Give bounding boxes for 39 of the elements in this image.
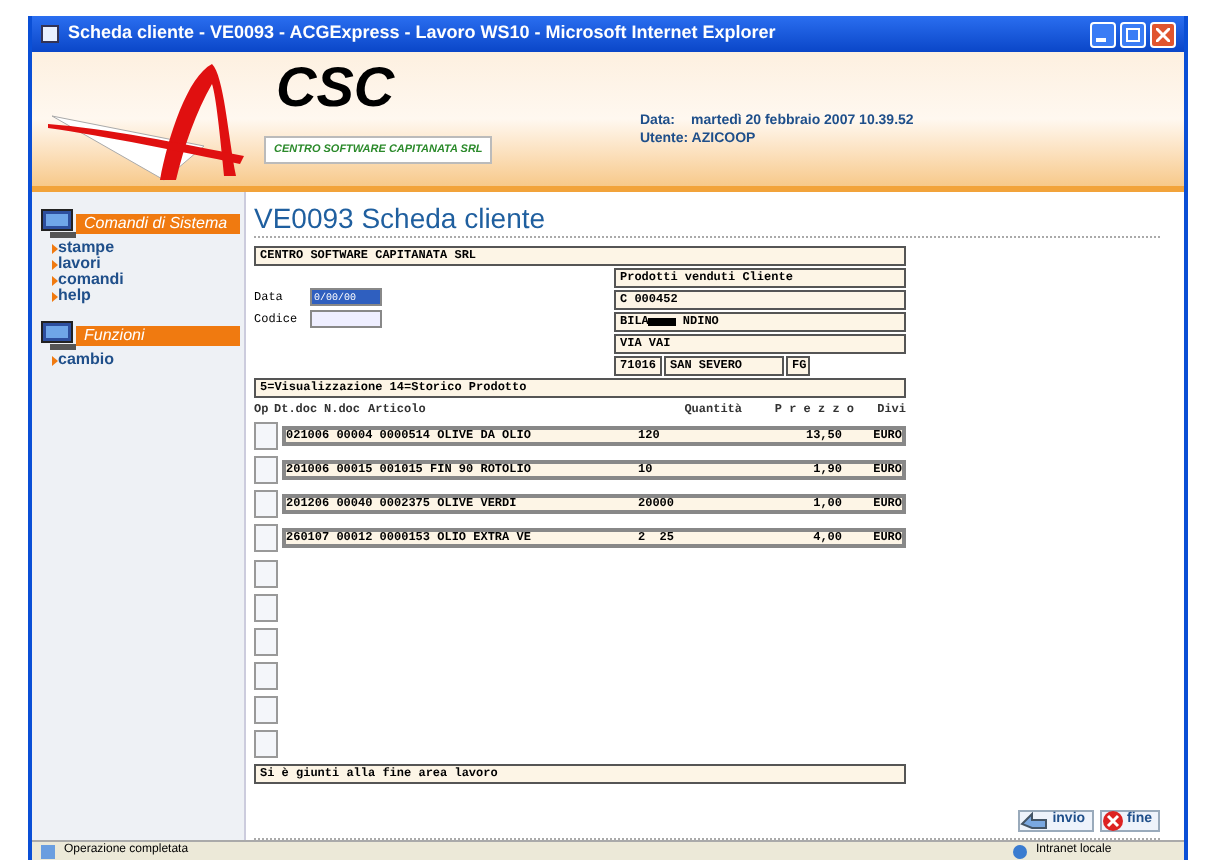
op-field[interactable]	[254, 696, 278, 724]
bullet-icon	[52, 243, 58, 253]
globe-icon	[1012, 843, 1028, 859]
close-button[interactable]	[1150, 21, 1176, 47]
input-field[interactable]	[310, 310, 382, 328]
page-icon	[40, 843, 56, 859]
sidebar-link[interactable]: stampe	[58, 240, 115, 256]
bullet-icon	[52, 355, 58, 365]
maximize-button[interactable]	[1120, 21, 1146, 47]
arrow-icon	[1020, 812, 1049, 830]
sidebar-link[interactable]: comandi	[58, 272, 124, 288]
close-icon	[1101, 810, 1124, 832]
op-field[interactable]	[254, 628, 278, 656]
bullet-icon	[52, 259, 58, 269]
sidebar-link[interactable]: cambio	[58, 352, 115, 368]
sidebar-link[interactable]: help	[58, 288, 91, 304]
sidebar-link[interactable]: lavori	[58, 256, 101, 272]
computer-icon	[40, 208, 80, 240]
page-title: VE0093 Scheda cliente	[254, 200, 548, 236]
redaction-bar	[648, 318, 677, 326]
op-field[interactable]	[254, 490, 278, 518]
maximize-icon	[1126, 27, 1140, 41]
op-field[interactable]	[254, 662, 278, 690]
section-header: Funzioni	[76, 326, 240, 346]
op-field[interactable]	[254, 422, 278, 450]
op-field[interactable]	[254, 456, 278, 484]
section-header: Comandi di Sistema	[76, 214, 240, 234]
bullet-icon	[52, 275, 58, 285]
computer-icon	[40, 320, 80, 352]
op-field[interactable]	[254, 594, 278, 622]
op-field[interactable]	[254, 560, 278, 588]
page-icon	[40, 24, 60, 44]
op-field[interactable]	[254, 524, 278, 552]
close-icon	[1156, 27, 1170, 41]
window-title: Scheda cliente - VE0093 - ACGExpress - Lavoro WS10 - Microsoft Internet Explorer	[68, 20, 776, 47]
op-field[interactable]	[254, 730, 278, 758]
bullet-icon	[52, 291, 58, 301]
logo-text: CSC	[276, 60, 395, 116]
minimize-button[interactable]	[1090, 21, 1116, 47]
